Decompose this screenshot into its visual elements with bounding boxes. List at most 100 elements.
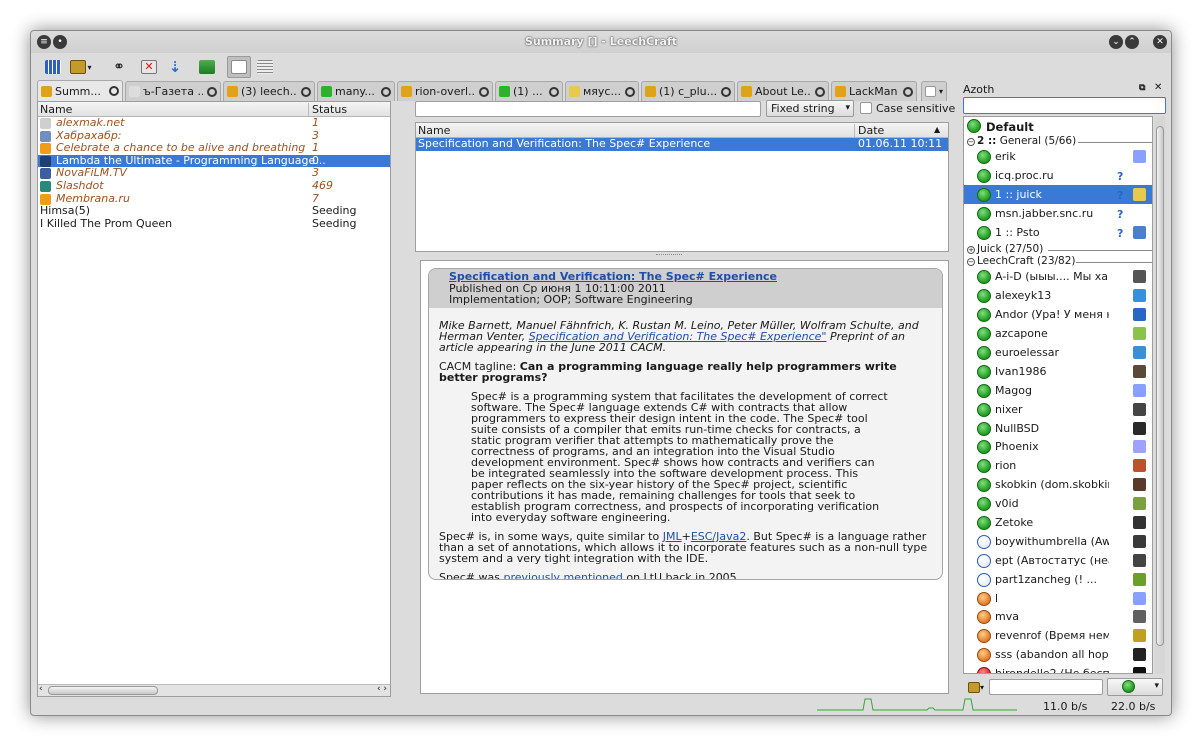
tab-2[interactable]: ъ-Газета ...: [125, 81, 221, 101]
summary-row[interactable]: Celebrate a chance to be alive and breat…: [38, 142, 390, 155]
contact-row[interactable]: Zetoke: [964, 513, 1152, 532]
tab-5[interactable]: rion-overl...: [397, 81, 493, 101]
summary-row[interactable]: I Killed The Prom Queen Seeding: [38, 217, 390, 231]
group-juick[interactable]: + Juick (27/50): [964, 244, 1152, 255]
mail-button[interactable]: [227, 56, 251, 78]
splitter-handle[interactable]: [656, 254, 682, 256]
contact-row[interactable]: Ivan1986: [964, 362, 1152, 381]
summary-hscroll-thumb[interactable]: [48, 686, 158, 695]
contact-row[interactable]: NullBSD: [964, 419, 1152, 438]
minimize-icon[interactable]: ⌄: [1109, 35, 1123, 49]
tab-close-icon[interactable]: [721, 86, 731, 97]
tab-8[interactable]: (1) c_plu...: [641, 81, 735, 101]
tab-9[interactable]: About Le...: [737, 81, 829, 101]
case-sensitive-checkbox[interactable]: [860, 102, 872, 114]
tab-7[interactable]: мяус...: [565, 81, 639, 101]
find-button[interactable]: ⚭: [107, 56, 131, 78]
float-dock-icon[interactable]: ⧉: [1139, 83, 1145, 93]
contact-row[interactable]: revenrof (Время нем...: [964, 626, 1152, 645]
tab-1[interactable]: Summ...: [37, 80, 123, 101]
tab-close-icon[interactable]: [625, 86, 635, 97]
collapse-icon[interactable]: −: [967, 258, 975, 267]
account-row[interactable]: Default: [964, 117, 1152, 136]
new-tab-menu-button[interactable]: ▾: [69, 56, 93, 78]
status-message-input[interactable]: [989, 679, 1103, 695]
contact-row[interactable]: Andor (Ура! У меня н...: [964, 305, 1152, 324]
tab-close-icon[interactable]: [479, 86, 489, 97]
grid-view-button[interactable]: [41, 56, 65, 78]
contact-name: erik: [995, 150, 1016, 163]
contact-row[interactable]: skobkin (dom.skobkin....: [964, 475, 1152, 494]
contact-row[interactable]: nixer: [964, 400, 1152, 419]
contact-scroll-thumb[interactable]: [1156, 126, 1164, 646]
summary-row[interactable]: alexmak.net 1: [38, 116, 390, 130]
azoth-menu-button[interactable]: ▾: [963, 678, 989, 696]
contact-row[interactable]: part1zancheg (! ...: [964, 570, 1152, 589]
collapse-icon[interactable]: −: [967, 138, 975, 146]
import-button[interactable]: [195, 56, 219, 78]
tab-close-icon[interactable]: [381, 86, 391, 97]
tab-10[interactable]: LackMan: [831, 81, 917, 101]
contact-row[interactable]: 1 :: juick?: [964, 184, 1152, 204]
summary-row-name: Himsa(5): [40, 204, 91, 218]
contact-row[interactable]: sss (abandon all hope...: [964, 645, 1152, 664]
contact-row[interactable]: mva: [964, 607, 1152, 626]
contact-row[interactable]: v0id: [964, 494, 1152, 513]
expand-icon[interactable]: +: [967, 246, 975, 255]
close-icon[interactable]: ✕: [1153, 35, 1167, 49]
contact-row[interactable]: euroelessar: [964, 343, 1152, 362]
scroll-left-icon[interactable]: ‹: [39, 684, 43, 694]
download-arrow-icon: ⇣: [168, 58, 182, 76]
contact-row[interactable]: 1 :: Psto?: [964, 223, 1152, 242]
contact-row[interactable]: A-i-D (ыыы.... Мы хар...: [964, 267, 1152, 286]
avatar: [1133, 478, 1146, 492]
scroll-right-icon[interactable]: ‹ ›: [377, 684, 387, 694]
tab-6[interactable]: (1) ...: [495, 81, 563, 101]
col-status-header[interactable]: Status: [308, 103, 347, 116]
filter-mode-select[interactable]: Fixed string ▾: [766, 100, 854, 117]
item-row[interactable]: Specification and Verification: The Spec…: [416, 137, 948, 151]
remove-button[interactable]: ✕: [137, 56, 161, 78]
contact-row[interactable]: ept (Автостатус (неа...: [964, 551, 1152, 570]
summary-row[interactable]: Slashdot 469: [38, 179, 390, 193]
items-col-name[interactable]: Name: [418, 124, 450, 137]
tab-4[interactable]: many...: [317, 81, 395, 101]
tab-close-icon[interactable]: [109, 86, 119, 96]
contact-row[interactable]: l: [964, 589, 1152, 608]
status-away-icon: [977, 553, 991, 568]
contact-filter-input[interactable]: [963, 97, 1166, 114]
contact-row[interactable]: msn.jabber.snc.ru?: [964, 204, 1152, 223]
contact-row[interactable]: alexeyk13: [964, 286, 1152, 305]
items-col-date[interactable]: Date: [854, 124, 884, 137]
status-select[interactable]: ▾: [1107, 678, 1163, 696]
tab-3[interactable]: (3) leech...: [223, 81, 315, 101]
previously-mentioned-link[interactable]: previously mentioned: [503, 571, 622, 579]
tab-close-icon[interactable]: [301, 86, 311, 97]
contact-row[interactable]: azcapone: [964, 324, 1152, 343]
contact-list-scrollbar[interactable]: [1155, 116, 1165, 674]
contact-row[interactable]: boywithumbrella (Aw...: [964, 532, 1152, 551]
contact-row[interactable]: icq.proc.ru?: [964, 166, 1152, 185]
contact-row[interactable]: hirondelle2 (Не беспо...: [964, 664, 1152, 673]
tab-close-icon[interactable]: [903, 86, 913, 97]
summary-header: Name Status: [38, 102, 390, 117]
maximize-icon[interactable]: ⌃: [1125, 35, 1139, 49]
tab-close-icon[interactable]: [207, 86, 217, 97]
contact-row[interactable]: erik: [964, 147, 1152, 166]
contact-row[interactable]: Phoenix: [964, 437, 1152, 456]
contact-row[interactable]: rion: [964, 456, 1152, 475]
tab-close-icon[interactable]: [549, 86, 559, 97]
new-tab-button[interactable]: ▾: [921, 81, 947, 101]
list-view-button[interactable]: [253, 56, 277, 78]
summary-hscroll[interactable]: ‹ ‹ ›: [38, 684, 390, 696]
summary-row[interactable]: Himsa(5) Seeding: [38, 205, 390, 218]
status-on-icon: [977, 383, 991, 398]
group-general[interactable]: − 2 :: General (5/66): [964, 136, 1152, 147]
group-leechcraft[interactable]: − LeechCraft (23/82): [964, 256, 1152, 267]
download-button[interactable]: ⇣: [163, 56, 187, 78]
col-name-header[interactable]: Name: [40, 103, 72, 116]
contact-row[interactable]: Magog: [964, 381, 1152, 400]
close-dock-icon[interactable]: ✕: [1154, 82, 1162, 93]
tab-close-icon[interactable]: [815, 86, 825, 97]
items-filter-input[interactable]: [415, 101, 761, 117]
